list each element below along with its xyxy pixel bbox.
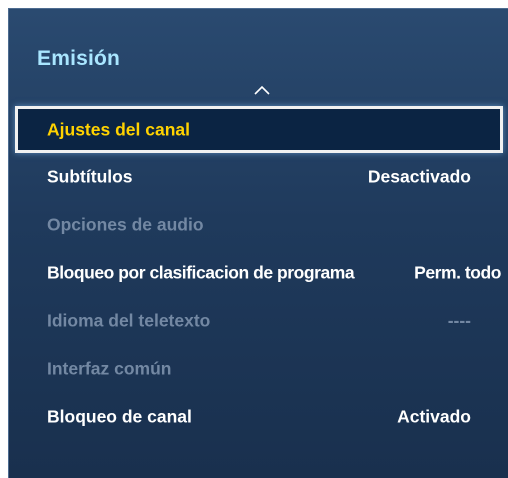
menu-item-value: Perm. todo	[414, 262, 501, 283]
menu-item-label: Bloqueo de canal	[47, 406, 192, 427]
menu-item-subtitles[interactable]: Subtítulos Desactivado	[9, 153, 508, 201]
menu-item-label: Bloqueo por clasificacion de programa	[47, 262, 355, 283]
menu-item-audio-options: Opciones de audio	[9, 201, 508, 249]
menu-list: Ajustes del canal Subtítulos Desactivado…	[9, 106, 508, 441]
menu-item-teletext-language: Idioma del teletexto ----	[9, 297, 508, 345]
panel-title: Emisión	[37, 47, 121, 70]
menu-item-label: Opciones de audio	[47, 214, 204, 235]
menu-item-program-rating-lock[interactable]: Bloqueo por clasificacion de programa Pe…	[9, 249, 508, 297]
menu-item-value: Activado	[397, 406, 471, 427]
menu-item-channel-settings[interactable]: Ajustes del canal	[15, 106, 503, 153]
menu-item-label: Subtítulos	[47, 166, 133, 187]
menu-item-channel-lock[interactable]: Bloqueo de canal Activado	[9, 393, 508, 441]
menu-item-label: Interfaz común	[47, 358, 172, 379]
menu-item-common-interface: Interfaz común	[9, 345, 508, 393]
menu-item-label: Idioma del teletexto	[47, 310, 211, 331]
broadcast-menu-panel: Emisión Ajustes del canal Subtítulos Des…	[8, 8, 508, 478]
menu-item-label: Ajustes del canal	[47, 119, 190, 139]
menu-item-value: Desactivado	[367, 166, 471, 187]
chevron-up-icon[interactable]	[254, 85, 270, 95]
menu-item-value: ----	[447, 310, 471, 331]
